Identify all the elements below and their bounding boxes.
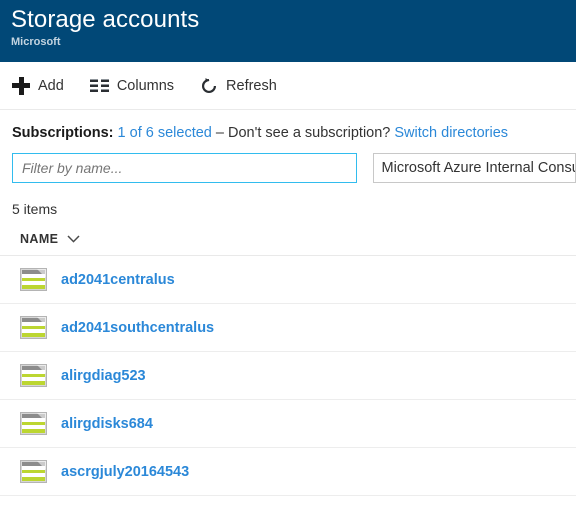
subscriptions-selected-link[interactable]: 1 of 6 selected — [118, 125, 212, 141]
column-header-name-label: NAME — [20, 232, 59, 246]
storage-accounts-table: NAME ad2041centralus ad2041southcentralus… — [0, 217, 576, 496]
filter-bar: Microsoft Azure Internal Consumption — [0, 153, 576, 183]
page-header: Storage accounts Microsoft — [0, 0, 576, 62]
storage-account-name-link[interactable]: ad2041southcentralus — [61, 320, 214, 336]
storage-account-name-link[interactable]: alirgdisks684 — [61, 416, 153, 432]
command-toolbar: Add Columns Refresh — [0, 62, 576, 110]
page-title: Storage accounts — [11, 6, 200, 33]
storage-account-name-link[interactable]: alirgdiag523 — [61, 368, 146, 384]
table-body: ad2041centralus ad2041southcentralus alirg… — [0, 256, 576, 496]
columns-button[interactable]: Columns — [89, 68, 184, 104]
refresh-button-label: Refresh — [226, 77, 277, 94]
item-count: 5 items — [12, 201, 58, 217]
column-header-name[interactable]: NAME — [0, 217, 576, 256]
subscriptions-hint-text: – Don't see a subscription? — [215, 125, 391, 141]
table-row[interactable]: alirgdiag523 — [0, 352, 576, 400]
add-button-label: Add — [38, 77, 64, 94]
table-row[interactable]: ad2041southcentralus — [0, 304, 576, 352]
storage-account-icon — [20, 364, 47, 387]
page-subtitle: Microsoft — [11, 36, 61, 48]
storage-account-name-link[interactable]: ad2041centralus — [61, 272, 175, 288]
switch-directories-link[interactable]: Switch directories — [394, 125, 508, 141]
table-row[interactable]: ascrgjuly20164543 — [0, 448, 576, 496]
filter-by-name-input[interactable] — [12, 153, 357, 183]
refresh-button[interactable]: Refresh — [200, 68, 287, 104]
storage-account-icon — [20, 316, 47, 339]
storage-account-icon — [20, 412, 47, 435]
subscription-select-value: Microsoft Azure Internal Consumption — [381, 160, 576, 176]
subscriptions-bar: Subscriptions: 1 of 6 selected – Don't s… — [0, 110, 576, 142]
subscriptions-label: Subscriptions: — [12, 125, 114, 141]
storage-account-icon — [20, 268, 47, 291]
storage-account-name-link[interactable]: ascrgjuly20164543 — [61, 464, 189, 480]
plus-icon — [12, 76, 30, 95]
table-row[interactable]: alirgdisks684 — [0, 400, 576, 448]
columns-button-label: Columns — [116, 77, 175, 94]
subscription-select[interactable]: Microsoft Azure Internal Consumption — [372, 153, 576, 183]
add-button[interactable]: Add — [12, 68, 74, 104]
columns-icon — [89, 78, 109, 93]
refresh-icon — [200, 77, 218, 95]
storage-account-icon — [20, 460, 47, 483]
chevron-down-icon — [58, 235, 80, 243]
table-row[interactable]: ad2041centralus — [0, 256, 576, 304]
